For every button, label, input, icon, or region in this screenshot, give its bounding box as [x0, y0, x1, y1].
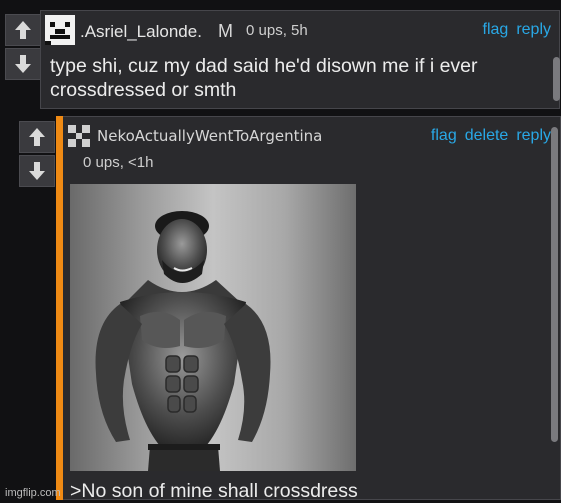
comment-actions: flag reply: [483, 21, 551, 39]
reply-link[interactable]: reply: [516, 21, 551, 39]
arrow-down-icon: [15, 55, 31, 73]
comment-meta: 0 ups, 5h: [246, 22, 308, 39]
reply-comment-card: NekoActuallyWentToArgentina flag delete …: [63, 116, 561, 502]
arrow-down-icon: [29, 162, 45, 180]
flag-link[interactable]: flag: [483, 21, 509, 39]
mod-badge: M: [218, 21, 233, 41]
comment-text: type shi, cuz my dad said he'd disown me…: [50, 55, 478, 101]
comment-scrollbar[interactable]: [551, 127, 558, 442]
delete-link[interactable]: delete: [465, 127, 509, 145]
user-avatar: [65, 122, 93, 150]
comment-meta: 0 ups, <1h: [83, 154, 154, 171]
comment-scrollbar[interactable]: [553, 57, 560, 101]
reply-vote-controls: [19, 121, 55, 187]
flag-link[interactable]: flag: [431, 127, 457, 145]
user-avatar: [45, 15, 75, 45]
arrow-up-icon: [29, 128, 45, 146]
watermark: imgflip.com: [5, 487, 61, 499]
comment-card: .Asriel_Lalonde. M 0 ups, 5h flag reply …: [40, 10, 560, 109]
comment-username[interactable]: NekoActuallyWentToArgentina: [97, 127, 322, 145]
vote-controls: [5, 14, 41, 80]
upvote-button[interactable]: [19, 121, 55, 153]
comment-text: >No son of mine shall crossdress: [70, 480, 358, 502]
upvote-button[interactable]: [5, 14, 41, 46]
muscular-man-illustration: [95, 211, 271, 471]
comment-actions: flag delete reply: [431, 127, 551, 145]
downvote-button[interactable]: [5, 48, 41, 80]
reply-thread-indicator: [56, 116, 63, 500]
downvote-button[interactable]: [19, 155, 55, 187]
arrow-up-icon: [15, 21, 31, 39]
comment-username[interactable]: .Asriel_Lalonde.: [80, 22, 202, 42]
reply-link[interactable]: reply: [516, 127, 551, 145]
meme-image: [70, 184, 356, 471]
